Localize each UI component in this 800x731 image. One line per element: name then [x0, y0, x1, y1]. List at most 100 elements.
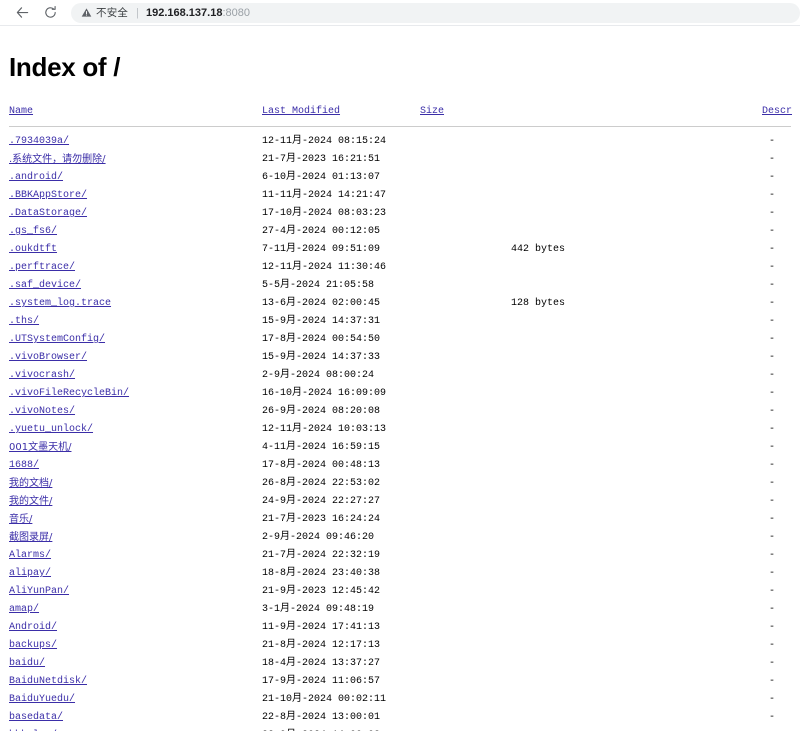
- table-row: BaiduYuedu/21-10月-2024 00:02:11-: [0, 691, 800, 709]
- entry-name-link[interactable]: .UTSystemConfig/: [9, 331, 105, 349]
- entry-name-link[interactable]: 我的文档/: [9, 475, 52, 493]
- table-row: .yuetu_unlock/12-11月-2024 10:03:13 -: [0, 421, 800, 439]
- entry-description: -: [745, 331, 775, 349]
- entry-description: -: [745, 313, 775, 331]
- entry-name-link[interactable]: bbk_log/: [9, 727, 57, 731]
- entry-name-link[interactable]: .gs_fs6/: [9, 223, 57, 241]
- entry-last-modified: 7-11月-2024 09:51:09: [262, 241, 380, 259]
- entry-name-link[interactable]: 截图录屏/: [9, 529, 52, 547]
- sort-by-description-link[interactable]: Descr: [762, 103, 800, 121]
- entry-name-link[interactable]: .系统文件，请勿删除/: [9, 151, 106, 169]
- table-row: .DataStorage/17-10月-2024 08:03:23-: [0, 205, 800, 223]
- entry-name-link[interactable]: .DataStorage/: [9, 205, 87, 223]
- table-row: AliYunPan/21-9月-2023 12:45:42 -: [0, 583, 800, 601]
- entry-last-modified: 17-9月-2024 11:06:57: [262, 673, 380, 691]
- entry-name-link[interactable]: 001文墨天机/: [9, 439, 71, 457]
- table-row: .vivoNotes/26-9月-2024 08:20:08-: [0, 403, 800, 421]
- warning-triangle-icon[interactable]: [81, 7, 92, 18]
- reload-button[interactable]: [36, 1, 64, 25]
- table-row: .perftrace/12-11月-2024 11:30:46 -: [0, 259, 800, 277]
- table-row: .vivoFileRecycleBin/16-10月-2024 16:09:09…: [0, 385, 800, 403]
- entry-name-link[interactable]: BaiduNetdisk/: [9, 673, 87, 691]
- entry-description: -: [745, 277, 775, 295]
- entry-last-modified: 21-9月-2023 12:45:42: [262, 583, 380, 601]
- entry-name-link[interactable]: .vivoBrowser/: [9, 349, 87, 367]
- entry-name-link[interactable]: Alarms/: [9, 547, 51, 565]
- entry-last-modified: 26-8月-2024 22:53:02: [262, 475, 380, 493]
- table-row: .saf_device/5-5月-2024 21:05:58-: [0, 277, 800, 295]
- entry-description: -: [745, 457, 775, 475]
- entry-name-link[interactable]: .saf_device/: [9, 277, 81, 295]
- table-row: .ths/15-9月-2024 14:37:31-: [0, 313, 800, 331]
- entry-name-link[interactable]: .vivoFileRecycleBin/: [9, 385, 129, 403]
- entry-name-link[interactable]: 我的文件/: [9, 493, 52, 511]
- entry-name-link[interactable]: .ths/: [9, 313, 39, 331]
- entry-last-modified: 18-4月-2024 13:37:27: [262, 655, 380, 673]
- entry-last-modified: 17-10月-2024 08:03:23: [262, 205, 386, 223]
- entry-name-link[interactable]: 1688/: [9, 457, 39, 475]
- entry-description: -: [745, 385, 775, 403]
- back-button[interactable]: [8, 1, 36, 25]
- directory-index-page: Index of / Name Last Modified Size Descr…: [0, 26, 800, 731]
- entry-last-modified: 4-11月-2024 16:59:15: [262, 439, 380, 457]
- entry-name-link[interactable]: .system_log.trace: [9, 295, 111, 313]
- entry-name-link[interactable]: .vivocrash/: [9, 367, 75, 385]
- entry-description: -: [745, 187, 775, 205]
- table-row: amap/3-1月-2024 09:48:19-: [0, 601, 800, 619]
- entry-description: -: [745, 421, 775, 439]
- entry-name-link[interactable]: amap/: [9, 601, 39, 619]
- entry-name-link[interactable]: .vivoNotes/: [9, 403, 75, 421]
- entry-name-link[interactable]: .7934039a/: [9, 133, 69, 151]
- entry-name-link[interactable]: .android/: [9, 169, 63, 187]
- entry-last-modified: 21-7月-2023 16:21:51: [262, 151, 380, 169]
- table-row: .7934039a/12-11月-2024 08:15:24 -: [0, 133, 800, 151]
- entry-description: -: [745, 511, 775, 529]
- entry-last-modified: 2-9月-2024 09:46:20: [262, 529, 374, 547]
- entry-last-modified: 12-11月-2024 08:15:24: [262, 133, 386, 151]
- sort-by-size-link[interactable]: Size: [420, 103, 565, 121]
- table-row: 我的文件/24-9月-2024 22:27:27-: [0, 493, 800, 511]
- entry-last-modified: 17-8月-2024 00:48:13: [262, 457, 380, 475]
- entry-description: -: [745, 223, 775, 241]
- entry-last-modified: 2-9月-2024 08:00:24: [262, 367, 374, 385]
- entry-name-link[interactable]: baidu/: [9, 655, 45, 673]
- listing-header-row: Name Last Modified Size Descr: [0, 103, 800, 121]
- entry-description: -: [745, 349, 775, 367]
- entry-size: 442 bytes: [420, 241, 565, 259]
- entry-name-link[interactable]: .BBKAppStore/: [9, 187, 87, 205]
- entry-description: -: [745, 673, 775, 691]
- entry-last-modified: 13-6月-2024 02:00:45: [262, 295, 380, 313]
- table-row: BaiduNetdisk/17-9月-2024 11:06:57 -: [0, 673, 800, 691]
- entry-name-link[interactable]: .oukdtft: [9, 241, 57, 259]
- listing-rows: .7934039a/12-11月-2024 08:15:24 - .系统文件，请勿删…: [0, 133, 800, 731]
- table-row: .oukdtft 7-11月-2024 09:51:09 442 bytes -: [0, 241, 800, 259]
- entry-name-link[interactable]: BaiduYuedu/: [9, 691, 75, 709]
- entry-description: -: [745, 241, 775, 259]
- entry-name-link[interactable]: Android/: [9, 619, 57, 637]
- entry-description: -: [745, 259, 775, 277]
- entry-description: -: [745, 133, 775, 151]
- entry-last-modified: 11-9月-2024 17:41:13: [262, 619, 380, 637]
- table-row: baidu/18-4月-2024 13:37:27-: [0, 655, 800, 673]
- entry-description: -: [745, 583, 775, 601]
- entry-last-modified: 12-11月-2024 11:30:46: [262, 259, 386, 277]
- url-port-text: :8080: [222, 7, 250, 19]
- entry-name-link[interactable]: backups/: [9, 637, 57, 655]
- entry-name-link[interactable]: .yuetu_unlock/: [9, 421, 93, 439]
- header-divider: [9, 126, 791, 127]
- directory-listing: Name Last Modified Size Descr .7934039a/…: [0, 103, 800, 731]
- page-title: Index of /: [0, 26, 800, 83]
- table-row: 我的文档/26-8月-2024 22:53:02-: [0, 475, 800, 493]
- address-bar[interactable]: 不安全 | 192.168.137.18 :8080: [71, 3, 800, 23]
- entry-name-link[interactable]: AliYunPan/: [9, 583, 69, 601]
- entry-last-modified: 12-11月-2024 10:03:13: [262, 421, 386, 439]
- entry-name-link[interactable]: 音乐/: [9, 511, 32, 529]
- entry-name-link[interactable]: .perftrace/: [9, 259, 75, 277]
- sort-by-last-modified-link[interactable]: Last Modified: [262, 103, 340, 121]
- entry-name-link[interactable]: alipay/: [9, 565, 51, 583]
- table-row: 音乐/21-7月-2023 16:24:24-: [0, 511, 800, 529]
- entry-name-link[interactable]: basedata/: [9, 709, 63, 727]
- entry-description: -: [745, 547, 775, 565]
- browser-toolbar: 不安全 | 192.168.137.18 :8080: [0, 0, 800, 25]
- sort-by-name-link[interactable]: Name: [9, 103, 33, 121]
